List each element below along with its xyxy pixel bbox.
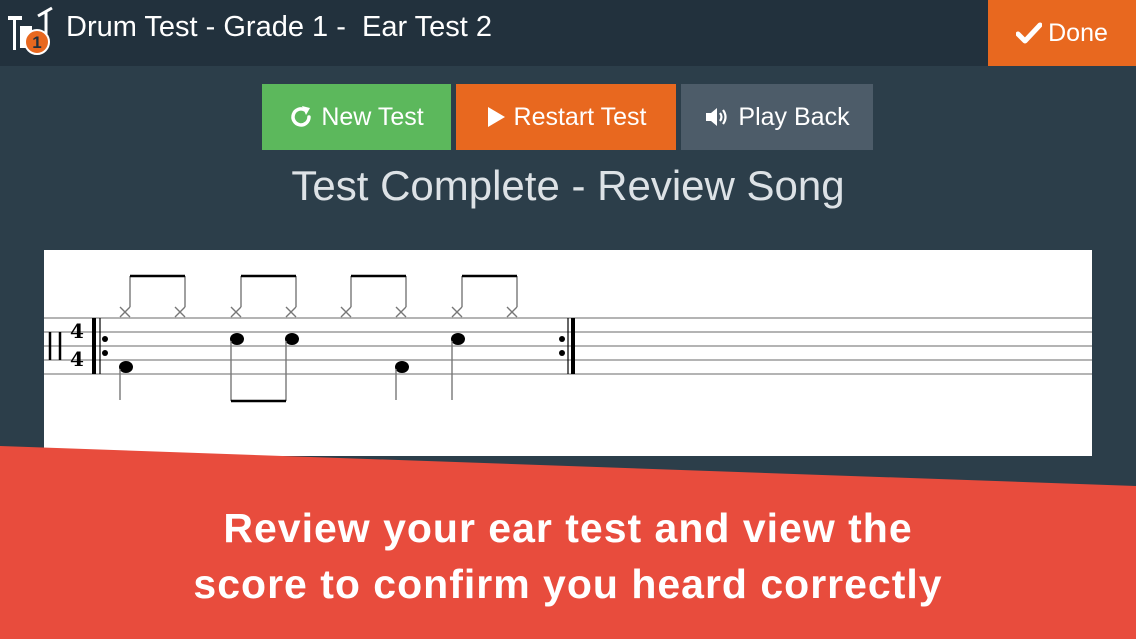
drum-notes [119,333,465,403]
drum-kit-icon: 1 [8,6,53,55]
hihat-notes [119,274,518,318]
logo-badge: 1 [32,33,41,52]
play-triangle-icon [487,107,505,127]
new-test-label: New Test [321,102,424,131]
score-panel: 4 4 [44,250,1092,456]
restart-test-button[interactable]: Restart Test [456,84,676,150]
new-test-button[interactable]: New Test [262,84,451,150]
play-back-label: Play Back [738,102,850,131]
time-signature-top: 4 [70,319,84,343]
refresh-icon [291,106,312,127]
done-button[interactable]: Done [988,0,1136,66]
check-icon [1016,22,1043,44]
restart-test-label: Restart Test [513,102,647,131]
promo-caption: Review your ear test and view the score … [0,500,1136,612]
play-back-button[interactable]: Play Back [681,84,873,150]
done-button-label: Done [1048,18,1108,47]
speaker-icon [706,108,728,126]
promo-caption-line-1: Review your ear test and view the [223,505,913,551]
header-bar: 1 Drum Test - Grade 1 - Ear Test 2 Done [0,0,1136,66]
promo-caption-line-2: score to confirm you heard correctly [193,561,943,607]
drum-score: 4 4 [44,274,1092,403]
page-title: Drum Test - Grade 1 - Ear Test 2 [66,11,493,43]
status-title: Test Complete - Review Song [291,162,845,209]
time-signature-bottom: 4 [70,347,84,371]
